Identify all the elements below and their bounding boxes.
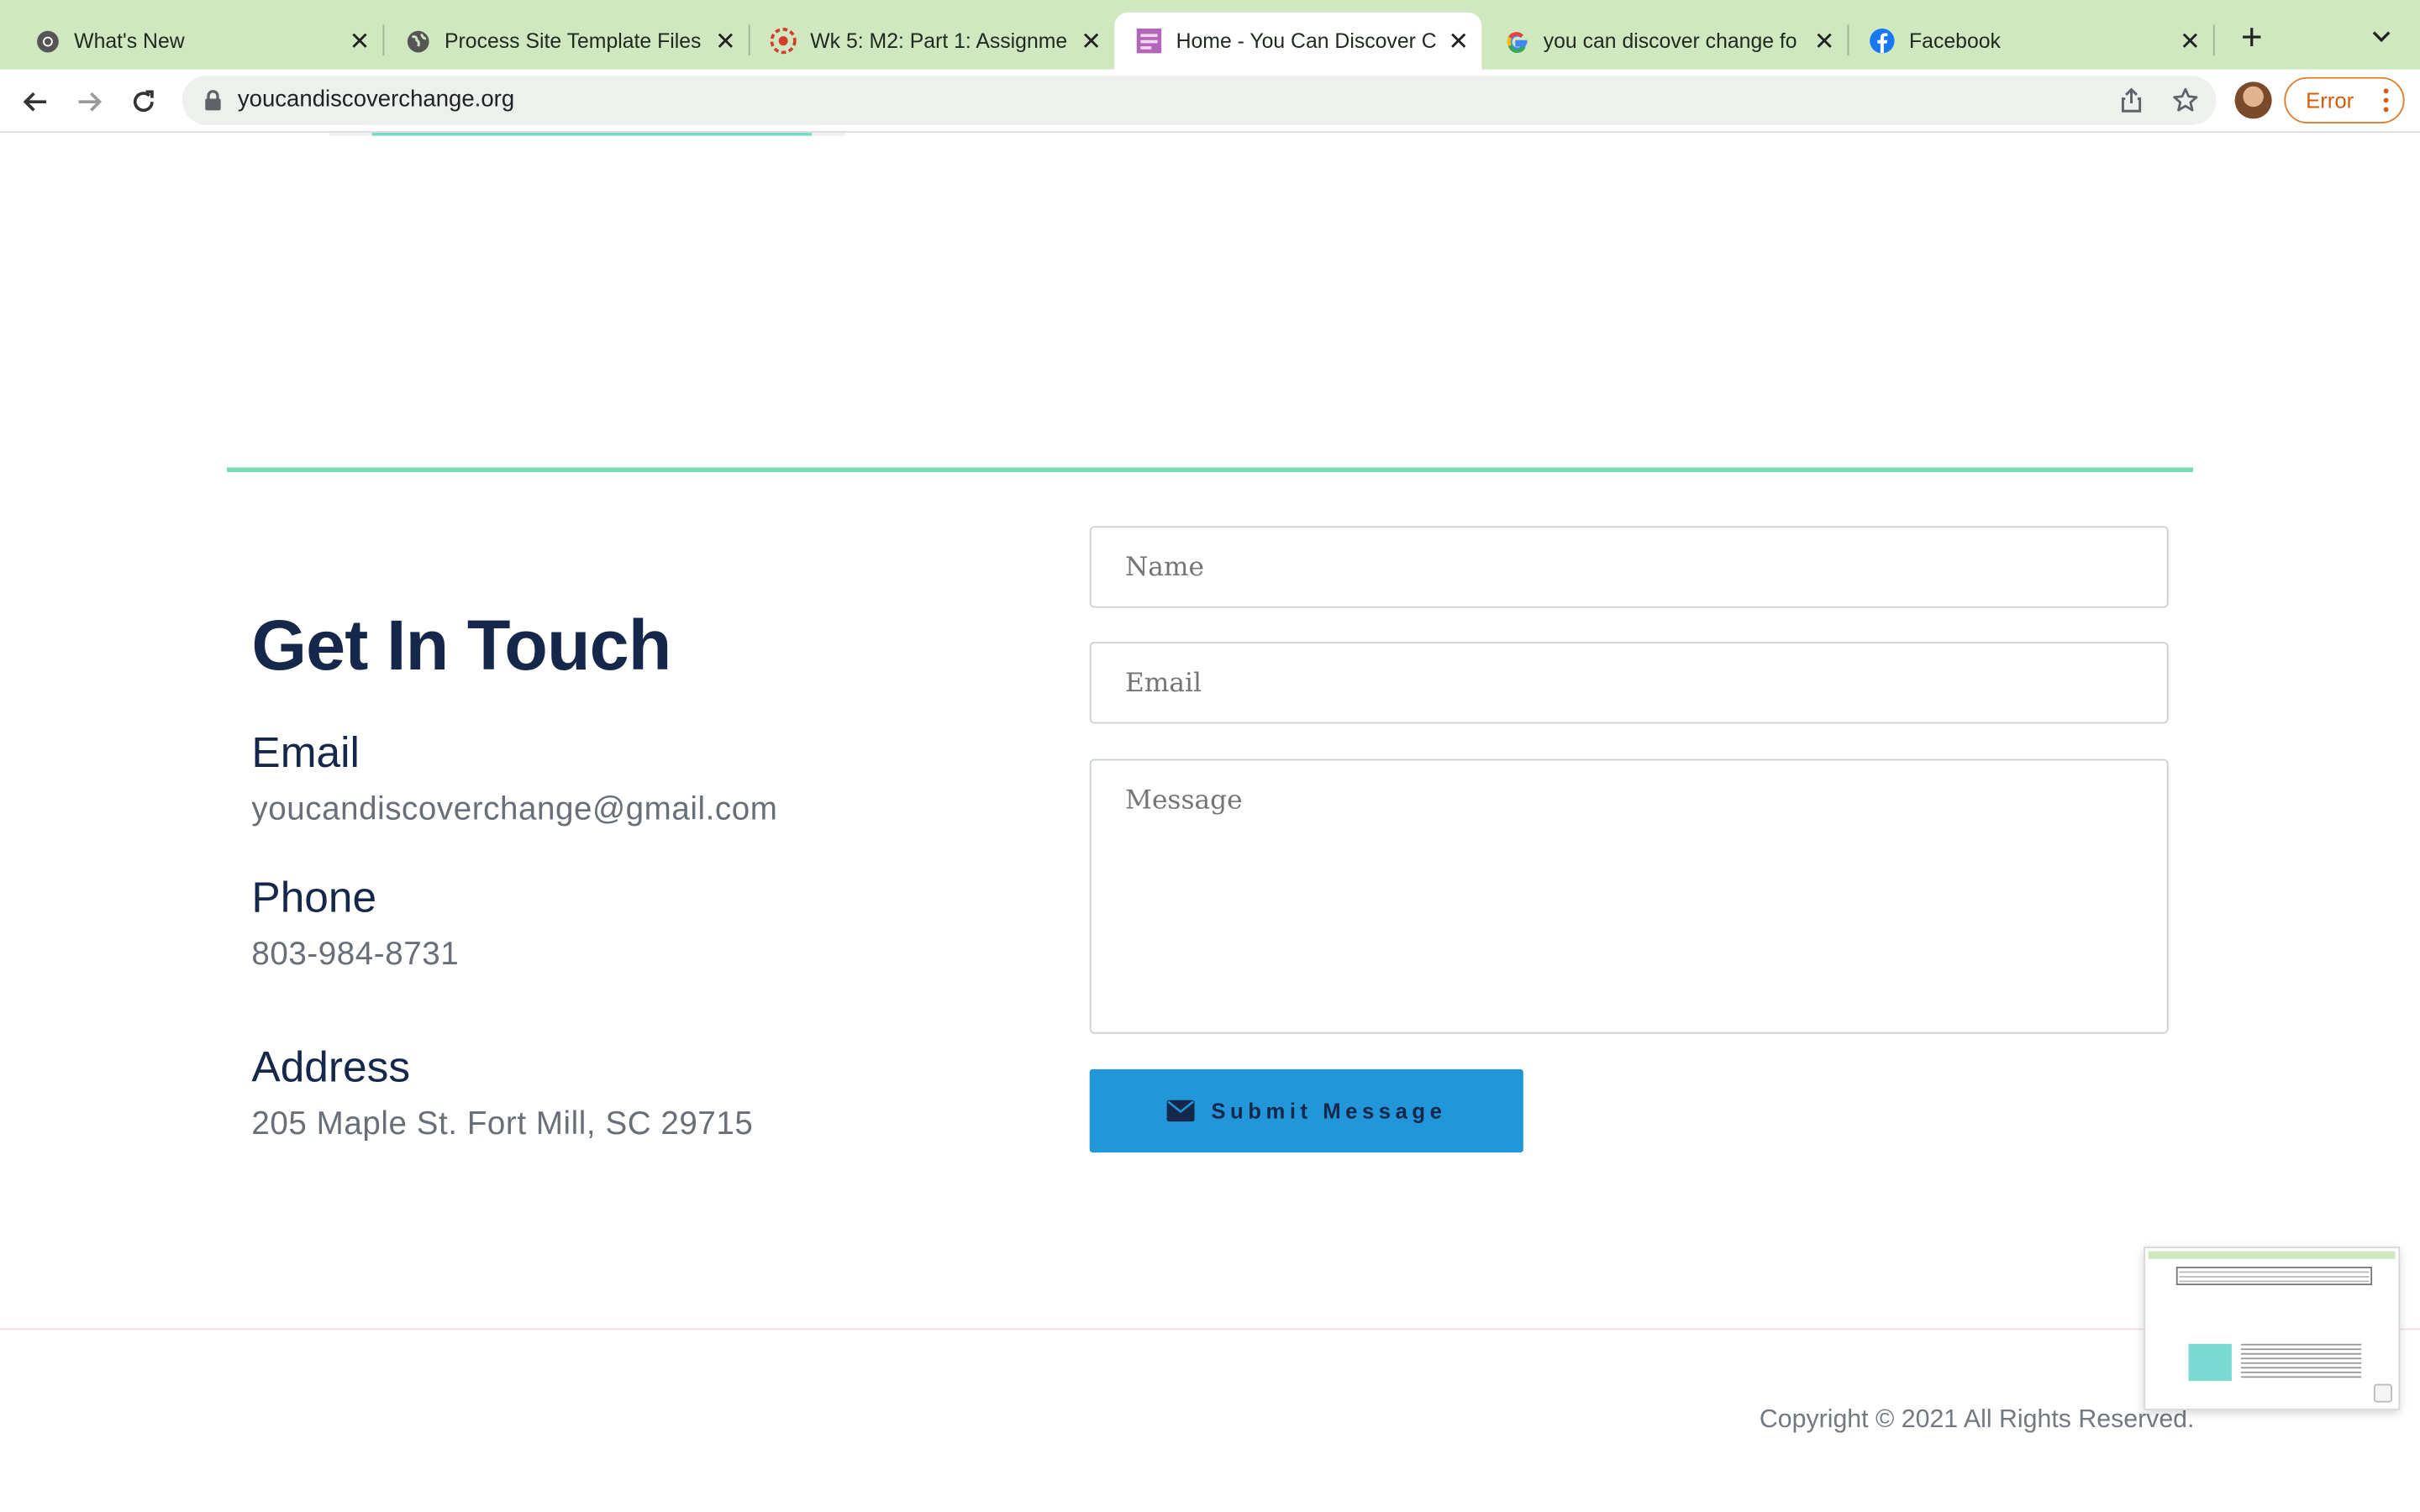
bookmark-star-icon[interactable] — [2171, 87, 2199, 114]
address-label: Address — [251, 1042, 411, 1091]
tab-process-site-template[interactable]: Process Site Template Files ✕ — [383, 13, 749, 70]
reload-icon[interactable] — [125, 83, 162, 120]
tab-title: Home - You Can Discover C — [1176, 29, 1437, 53]
facebook-icon — [1869, 28, 1895, 54]
tab-google-search[interactable]: you can discover change fo ✕ — [1481, 13, 1847, 70]
copyright-text: Copyright © 2021 All Rights Reserved. — [1759, 1405, 2195, 1434]
close-icon[interactable]: ✕ — [1810, 27, 1838, 55]
thumbnail-frame — [2175, 1266, 2373, 1285]
profile-avatar[interactable] — [2234, 81, 2272, 119]
tab-title: you can discover change fo — [1543, 29, 1797, 53]
url-text[interactable]: youcandiscoverchange.org — [238, 87, 514, 113]
thumbnail-text — [2179, 1271, 2370, 1273]
globe-icon — [404, 28, 430, 54]
new-tab-plus-icon[interactable]: + — [2235, 19, 2269, 56]
close-icon[interactable]: ✕ — [1077, 27, 1105, 55]
tab-divider — [2212, 24, 2215, 56]
tab-title: Wk 5: M2: Part 1: Assignme — [810, 29, 1068, 53]
tab-search-chevron-down-icon[interactable] — [2368, 24, 2396, 52]
thumbnail-button — [2373, 1383, 2392, 1403]
tab-whats-new[interactable]: What's New ✕ — [13, 13, 383, 70]
tab-title: Facebook — [1909, 29, 2001, 53]
header-accent-remnant — [371, 132, 813, 136]
contact-heading: Get In Touch — [251, 604, 671, 685]
footer-divider — [0, 1328, 2420, 1331]
canvas-icon — [770, 28, 797, 55]
message-textarea[interactable] — [1089, 759, 2169, 1034]
back-arrow-icon[interactable] — [17, 83, 54, 120]
tab-wk5-assignment[interactable]: Wk 5: M2: Part 1: Assignme ✕ — [749, 13, 1114, 70]
more-menu-icon[interactable] — [2383, 88, 2389, 113]
phone-label: Phone — [251, 873, 377, 921]
tab-strip: What's New ✕ Process Site Template Files… — [0, 0, 2420, 70]
close-icon[interactable]: ✕ — [712, 27, 739, 55]
share-icon[interactable] — [2118, 87, 2145, 114]
tab-title: Process Site Template Files — [444, 29, 702, 53]
close-icon[interactable]: ✕ — [345, 27, 373, 55]
tab-title: What's New — [74, 29, 185, 53]
chrome-icon — [34, 28, 60, 54]
google-icon — [1503, 28, 1529, 54]
name-input[interactable] — [1089, 526, 2169, 608]
page-content: Get In Touch Email youcandiscoverchange@… — [0, 132, 2420, 1512]
error-label: Error — [2306, 87, 2354, 113]
email-input[interactable] — [1089, 642, 2169, 724]
submit-message-button[interactable]: Submit Message — [1089, 1068, 1523, 1153]
tab-facebook[interactable]: Facebook ✕ — [1848, 13, 2213, 70]
email-value[interactable]: youcandiscoverchange@gmail.com — [251, 791, 777, 828]
email-label: Email — [251, 727, 360, 776]
thumbnail-paragraph — [2240, 1343, 2362, 1346]
close-icon[interactable]: ✕ — [2176, 27, 2204, 55]
browser-toolbar: youcandiscoverchange.org Error — [0, 69, 2420, 133]
envelope-icon — [1166, 1100, 1195, 1122]
address-bar[interactable]: youcandiscoverchange.org — [182, 75, 2217, 125]
forward-arrow-icon[interactable] — [71, 83, 108, 120]
address-value: 205 Maple St. Fort Mill, SC 29715 — [251, 1105, 754, 1142]
profile-error-button[interactable]: Error — [2284, 76, 2405, 123]
screenshot-thumbnail[interactable] — [2144, 1247, 2401, 1410]
thumbnail-tabbar — [2148, 1251, 2396, 1259]
tab-home-you-can-discover[interactable]: Home - You Can Discover C ✕ — [1114, 12, 1482, 70]
section-divider — [226, 467, 2193, 473]
submit-label: Submit Message — [1211, 1098, 1447, 1124]
thumbnail-card — [2188, 1343, 2232, 1381]
close-icon[interactable]: ✕ — [1444, 27, 1472, 55]
phone-value[interactable]: 803-984-8731 — [251, 937, 459, 974]
site-favicon-icon — [1136, 28, 1162, 54]
lock-icon[interactable] — [203, 90, 222, 112]
